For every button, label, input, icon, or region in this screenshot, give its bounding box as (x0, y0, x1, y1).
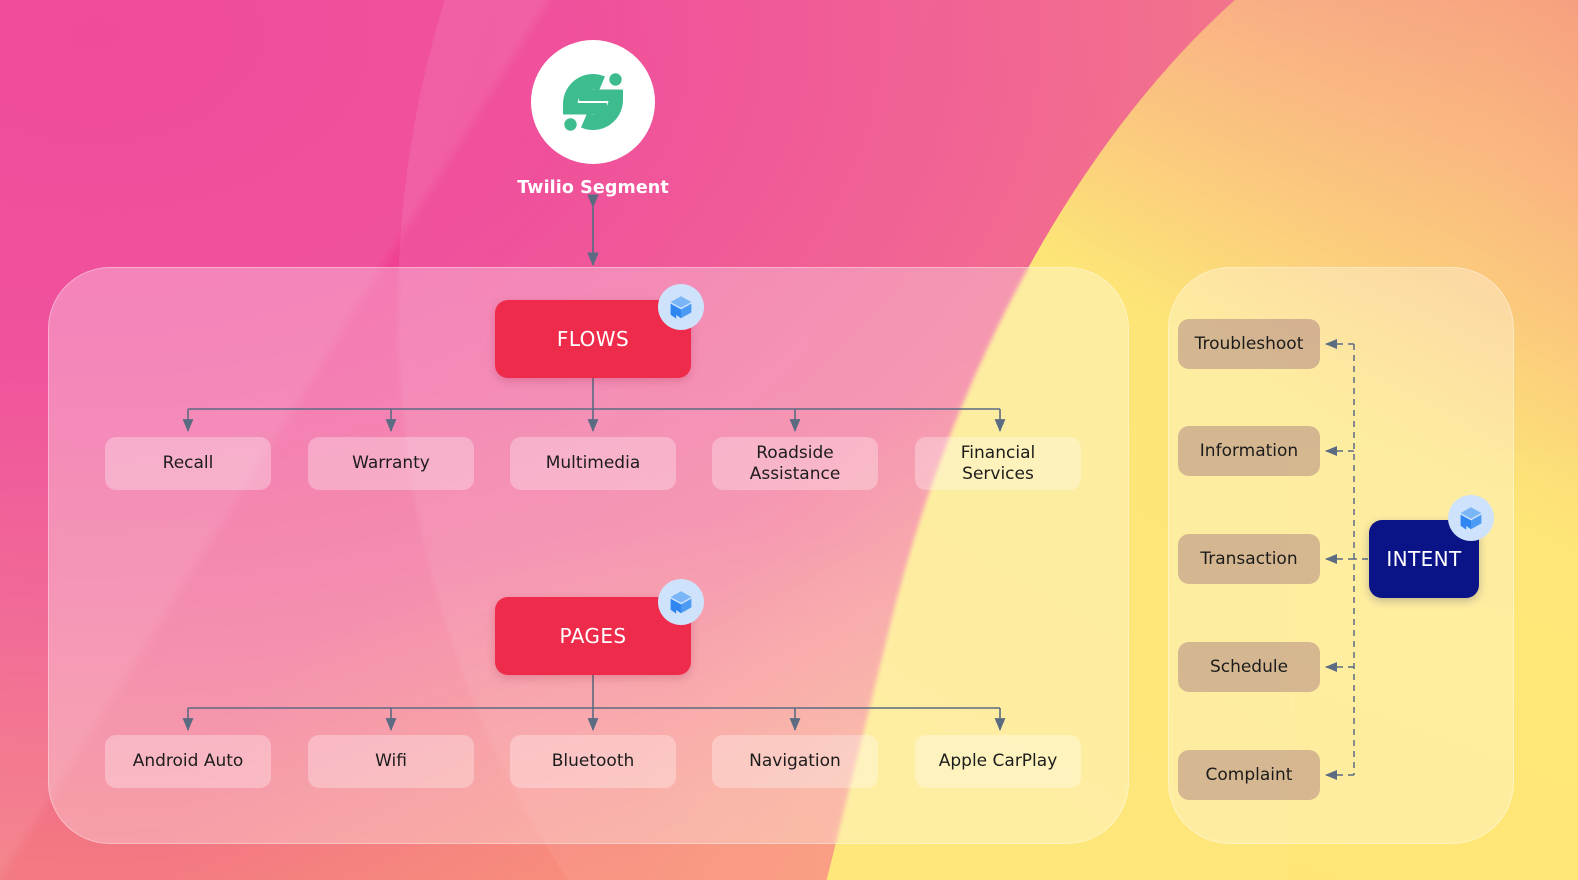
flows-child-label: Multimedia (545, 453, 641, 474)
intent-child-troubleshoot[interactable]: Troubleshoot (1178, 319, 1320, 369)
intent-child-label: Schedule (1209, 657, 1289, 677)
intent-node-label: INTENT (1386, 547, 1462, 571)
pages-child-label: Bluetooth (551, 751, 635, 772)
flows-child-label: Roadside Assistance (749, 443, 841, 484)
pages-child-wifi[interactable]: Wifi (308, 735, 474, 788)
flows-node-label: FLOWS (556, 327, 630, 351)
intent-child-transaction[interactable]: Transaction (1178, 534, 1320, 584)
flows-child-financial-services[interactable]: Financial Services (915, 437, 1081, 490)
flows-child-label: Financial Services (960, 443, 1036, 484)
flows-badge-icon[interactable] (658, 284, 704, 330)
pages-child-label: Wifi (375, 751, 407, 772)
flows-child-roadside-assistance[interactable]: Roadside Assistance (712, 437, 878, 490)
twilio-segment-logo-icon (531, 40, 655, 164)
intent-badge-icon[interactable] (1448, 495, 1494, 541)
flows-child-warranty[interactable]: Warranty (308, 437, 474, 490)
intent-child-schedule[interactable]: Schedule (1178, 642, 1320, 692)
pages-child-label: Android Auto (132, 751, 244, 772)
flows-child-recall[interactable]: Recall (105, 437, 271, 490)
pages-child-navigation[interactable]: Navigation (712, 735, 878, 788)
pages-child-apple-carplay[interactable]: Apple CarPlay (915, 735, 1081, 788)
pages-child-label: Apple CarPlay (938, 751, 1058, 772)
intent-child-label: Complaint (1205, 765, 1293, 785)
intent-child-label: Information (1199, 441, 1299, 461)
flows-child-label: Warranty (352, 453, 430, 474)
pages-child-android-auto[interactable]: Android Auto (105, 735, 271, 788)
twilio-segment-logo-label: Twilio Segment (517, 178, 669, 198)
twilio-segment-logo-block: Twilio Segment (470, 40, 716, 198)
pages-node-label: PAGES (559, 624, 627, 648)
intent-child-complaint[interactable]: Complaint (1178, 750, 1320, 800)
flows-child-label: Recall (162, 453, 214, 474)
intent-child-label: Transaction (1200, 549, 1298, 569)
intent-child-label: Troubleshoot (1194, 334, 1304, 354)
pages-child-bluetooth[interactable]: Bluetooth (510, 735, 676, 788)
pages-badge-icon[interactable] (658, 579, 704, 625)
intent-child-information[interactable]: Information (1178, 426, 1320, 476)
flows-child-multimedia[interactable]: Multimedia (510, 437, 676, 490)
pages-child-label: Navigation (749, 751, 841, 772)
